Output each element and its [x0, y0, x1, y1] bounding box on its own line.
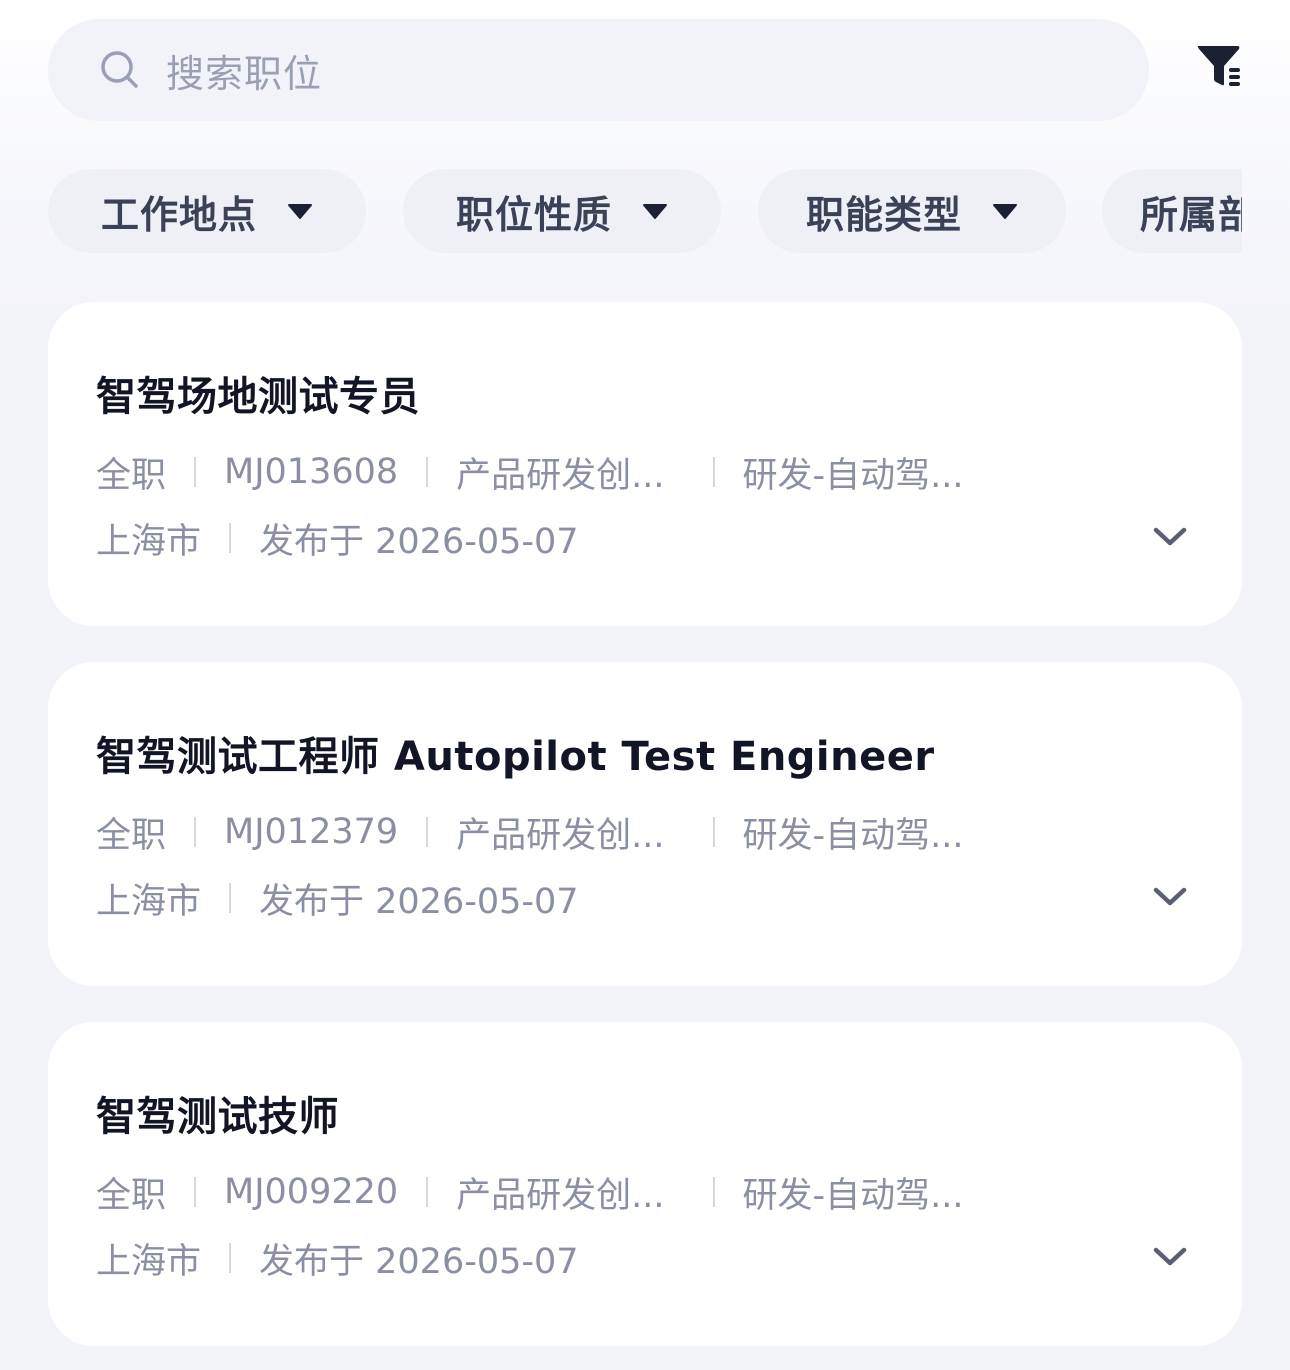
- job-title: 智驾测试技师: [96, 1094, 339, 1140]
- filter-chip-label: 职能类型: [805, 192, 962, 237]
- divider: [426, 817, 429, 847]
- job-title: 智驾测试工程师 Autopilot Test Engineer: [96, 734, 935, 780]
- job-meta-row: 上海市 发布于 2026-05-07: [96, 1236, 579, 1282]
- job-type: 全职: [96, 455, 167, 496]
- caret-down-icon: [993, 204, 1017, 219]
- job-type: 全职: [96, 1175, 167, 1216]
- job-published-date: 发布于 2026-05-07: [259, 881, 579, 922]
- job-card[interactable]: 智驾场地测试专员 全职 MJ013608 产品研发创... 研发-自动驾... …: [48, 302, 1242, 626]
- divider: [426, 457, 429, 487]
- job-meta-row: 上海市 发布于 2026-05-07: [96, 516, 579, 562]
- job-card[interactable]: 智驾测试技师 全职 MJ009220 产品研发创... 研发-自动驾... 上海…: [48, 1022, 1242, 1346]
- divider: [194, 457, 197, 487]
- divider: [426, 1177, 429, 1207]
- filter-chip-bar: 工作地点 职位性质 职能类型 所属部: [48, 169, 1242, 253]
- job-department: 产品研发创...: [456, 815, 665, 856]
- job-city: 上海市: [96, 1241, 202, 1282]
- job-code: MJ009220: [224, 1172, 399, 1212]
- job-code: MJ013608: [224, 452, 399, 492]
- job-title: 智驾场地测试专员: [96, 374, 420, 420]
- filter-chip-label: 工作地点: [100, 192, 257, 237]
- divider: [712, 457, 715, 487]
- job-published-date: 发布于 2026-05-07: [259, 1241, 579, 1282]
- job-meta-row: 全职 MJ009220 产品研发创... 研发-自动驾...: [96, 1170, 964, 1216]
- divider: [229, 883, 232, 913]
- job-code: MJ012379: [224, 812, 399, 852]
- divider: [712, 817, 715, 847]
- chevron-down-icon[interactable]: [1152, 526, 1188, 548]
- divider: [194, 1177, 197, 1207]
- divider: [229, 523, 232, 553]
- filter-chip-label: 所属部: [1140, 192, 1242, 237]
- filter-chip-label: 职位性质: [455, 192, 612, 237]
- filter-chip-department[interactable]: 所属部: [1102, 169, 1242, 253]
- search-placeholder: 搜索职位: [166, 51, 323, 96]
- search-icon: [101, 51, 138, 88]
- job-card[interactable]: 智驾测试工程师 Autopilot Test Engineer 全职 MJ012…: [48, 662, 1242, 986]
- job-category: 研发-自动驾...: [742, 1175, 964, 1216]
- job-department: 产品研发创...: [456, 1175, 665, 1216]
- divider: [229, 1243, 232, 1273]
- filter-chip-function[interactable]: 职能类型: [758, 169, 1066, 253]
- job-meta-row: 上海市 发布于 2026-05-07: [96, 876, 579, 922]
- job-meta-row: 全职 MJ012379 产品研发创... 研发-自动驾...: [96, 810, 964, 856]
- job-department: 产品研发创...: [456, 455, 665, 496]
- divider: [194, 817, 197, 847]
- job-type: 全职: [96, 815, 167, 856]
- job-published-date: 发布于 2026-05-07: [259, 521, 579, 562]
- filter-chip-job-type[interactable]: 职位性质: [403, 169, 721, 253]
- chevron-down-icon[interactable]: [1152, 886, 1188, 908]
- job-city: 上海市: [96, 521, 202, 562]
- job-category: 研发-自动驾...: [742, 455, 964, 496]
- divider: [712, 1177, 715, 1207]
- search-input[interactable]: 搜索职位: [48, 19, 1149, 121]
- caret-down-icon: [288, 204, 312, 219]
- chevron-down-icon[interactable]: [1152, 1246, 1188, 1268]
- job-meta-row: 全职 MJ013608 产品研发创... 研发-自动驾...: [96, 450, 964, 496]
- job-city: 上海市: [96, 881, 202, 922]
- caret-down-icon: [643, 204, 667, 219]
- job-category: 研发-自动驾...: [742, 815, 964, 856]
- filter-funnel-icon[interactable]: [1196, 42, 1242, 92]
- filter-chip-location[interactable]: 工作地点: [48, 169, 366, 253]
